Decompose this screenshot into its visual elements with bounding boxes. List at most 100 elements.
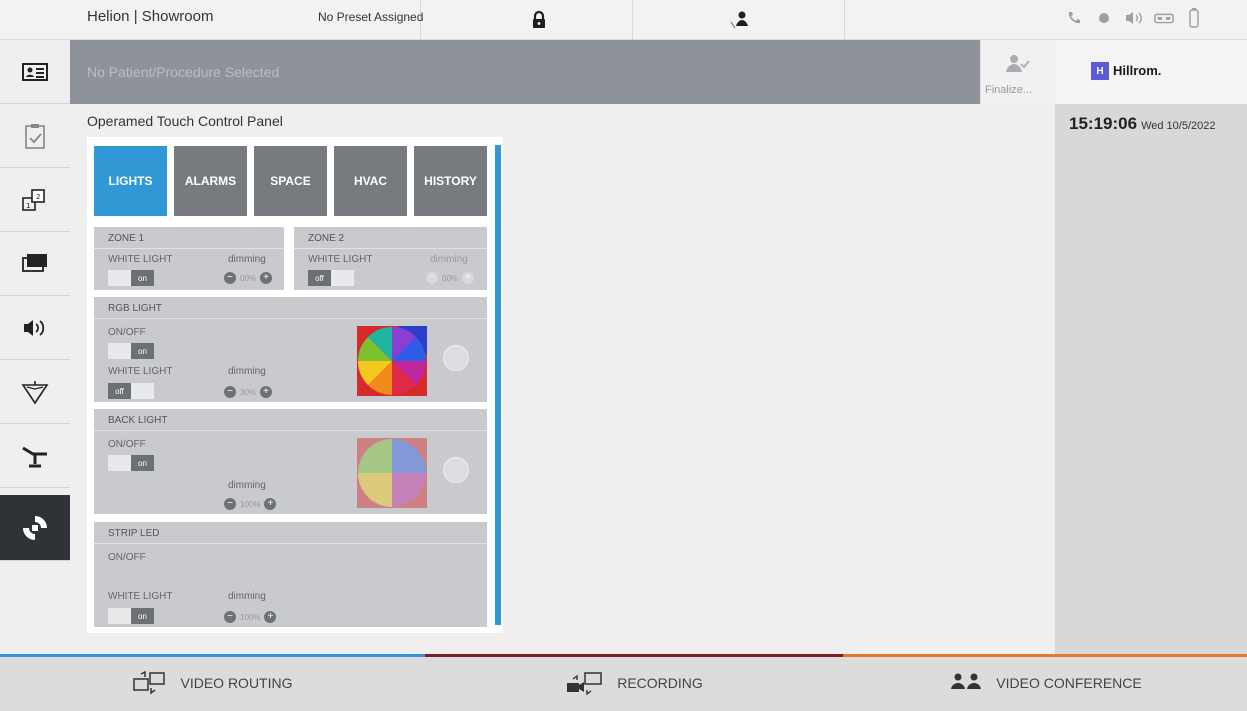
brand-name: Hillrom. [1113, 63, 1162, 78]
clock-time: 15:19:06 [1069, 114, 1138, 133]
zone1-section: ZONE 1 WHITE LIGHT dimming on − 00% + [94, 227, 284, 290]
room-control-icon[interactable] [0, 495, 70, 561]
left-sidebar: 12 [0, 40, 70, 654]
video-conference-button[interactable]: VIDEO CONFERENCE [843, 654, 1247, 711]
top-bar: Helion | Showroom No Preset Assigned [0, 0, 1247, 40]
zone2-dimming-value: 00% [442, 273, 459, 283]
rgb-light-title: RGB LIGHT [94, 297, 487, 319]
back-light-title: BACK LIGHT [94, 409, 487, 431]
tab-history[interactable]: HISTORY [414, 146, 487, 216]
rgb-onoff-state: on [131, 343, 154, 359]
zone1-toggle-state: on [131, 270, 154, 286]
strip-toggle-state: on [131, 608, 154, 624]
recording-icon [567, 671, 602, 695]
back-minus-button[interactable]: − [224, 498, 236, 510]
preset-label[interactable]: No Preset Assigned [318, 10, 423, 24]
surgical-light-icon[interactable] [0, 360, 70, 424]
zone1-dimming-stepper: − 00% + [224, 271, 273, 285]
video-conference-icon [951, 673, 982, 689]
strip-dimming-label: dimming [228, 591, 266, 602]
patient-card-icon[interactable] [0, 40, 70, 104]
tab-space[interactable]: SPACE [254, 146, 327, 216]
brand-logo: H Hillrom. [1055, 40, 1247, 104]
video-routing-button[interactable]: VIDEO ROUTING [0, 654, 425, 711]
status-icons [1064, 8, 1204, 28]
rgb-light-section: RGB LIGHT ON/OFF on WHITE LIGHT dimming … [94, 297, 487, 402]
back-dimming-label: dimming [228, 480, 266, 491]
speaker-icon[interactable] [0, 296, 70, 360]
zone1-plus-button[interactable]: + [260, 272, 273, 284]
user-icon[interactable] [728, 8, 752, 32]
strip-led-section: STRIP LED ON/OFF WHITE LIGHT dimming on … [94, 522, 487, 627]
rgb-onoff-toggle[interactable]: on [108, 343, 154, 359]
zone2-dimming-label: dimming [430, 254, 468, 265]
recording-button[interactable]: RECORDING [425, 654, 843, 711]
tab-hvac[interactable]: HVAC [334, 146, 407, 216]
panel-title: Operamed Touch Control Panel [87, 113, 283, 129]
rgb-plus-button[interactable]: + [260, 386, 273, 398]
video-conference-accent [843, 654, 1247, 657]
strip-onoff-label: ON/OFF [108, 552, 146, 563]
back-color-wheel[interactable] [357, 438, 427, 508]
screen-layout-icon[interactable]: 12 [0, 168, 70, 232]
patient-bar[interactable]: No Patient/Procedure Selected [70, 40, 980, 104]
back-light-section: BACK LIGHT ON/OFF on dimming − 100% + [94, 409, 487, 514]
brand-mark: H [1091, 62, 1109, 80]
rgb-dimming-label: dimming [228, 366, 266, 377]
back-plus-button[interactable]: + [264, 498, 277, 510]
zone1-toggle[interactable]: on [108, 270, 154, 286]
finalize-icon [1003, 52, 1031, 81]
record-dot-icon[interactable] [1094, 8, 1114, 28]
rgb-dimming-stepper: − 30% + [224, 385, 273, 399]
zone2-plus-button[interactable]: + [462, 272, 475, 284]
back-onoff-label: ON/OFF [108, 439, 146, 450]
zone1-title: ZONE 1 [94, 227, 284, 249]
video-conference-label: VIDEO CONFERENCE [996, 674, 1142, 691]
rgb-color-swatch[interactable] [443, 345, 469, 371]
rgb-onoff-label: ON/OFF [108, 327, 146, 338]
back-dimming-value: 100% [240, 499, 261, 509]
zone1-minus-button[interactable]: − [224, 272, 236, 284]
back-onoff-toggle[interactable]: on [108, 455, 154, 471]
recording-label: RECORDING [617, 674, 703, 691]
tab-alarms[interactable]: ALARMS [174, 146, 247, 216]
video-routing-icon [133, 670, 166, 694]
rgb-white-state: off [108, 383, 131, 399]
vr-glasses-icon[interactable] [1154, 8, 1174, 28]
rgb-color-wheel[interactable] [357, 326, 427, 396]
zone2-toggle[interactable]: off [308, 270, 354, 286]
panel-scrollbar[interactable] [495, 145, 501, 625]
battery-icon [1184, 8, 1204, 28]
checklist-icon[interactable] [0, 104, 70, 168]
finalize-button[interactable]: Finalize... [980, 40, 1055, 104]
strip-minus-button[interactable]: − [224, 611, 236, 623]
back-dimming-stepper: − 100% + [224, 497, 277, 511]
tab-lights[interactable]: LIGHTS [94, 146, 167, 216]
strip-toggle[interactable]: on [108, 608, 154, 624]
status-divider [844, 0, 845, 40]
svg-text:1: 1 [26, 202, 30, 210]
zone2-toggle-state: off [308, 270, 331, 286]
display-icon[interactable] [0, 232, 70, 296]
zone2-minus-button[interactable]: − [426, 272, 438, 284]
back-color-swatch[interactable] [443, 457, 469, 483]
back-onoff-state: on [131, 455, 154, 471]
clock-date: Wed 10/5/2022 [1141, 120, 1216, 132]
svg-text:2: 2 [36, 193, 40, 201]
phone-icon[interactable] [1064, 8, 1084, 28]
finalize-label: Finalize... [985, 84, 1033, 96]
room-title: Helion | Showroom [87, 8, 214, 25]
lock-icon[interactable] [527, 8, 551, 32]
rgb-minus-button[interactable]: − [224, 386, 236, 398]
surgical-table-icon[interactable] [0, 424, 70, 488]
zone1-dimming-label: dimming [228, 254, 266, 265]
zone1-white-light-label: WHITE LIGHT [108, 254, 173, 265]
zone2-white-light-label: WHITE LIGHT [308, 254, 373, 265]
strip-plus-button[interactable]: + [264, 611, 277, 623]
video-routing-accent [0, 654, 425, 657]
audio-icon[interactable] [1124, 8, 1144, 28]
rgb-white-toggle[interactable]: off [108, 383, 154, 399]
video-routing-label: VIDEO ROUTING [180, 674, 293, 691]
bottom-bar: VIDEO ROUTING RECORDING VIDEO CONFERENCE [0, 654, 1247, 711]
strip-led-title: STRIP LED [94, 522, 487, 544]
